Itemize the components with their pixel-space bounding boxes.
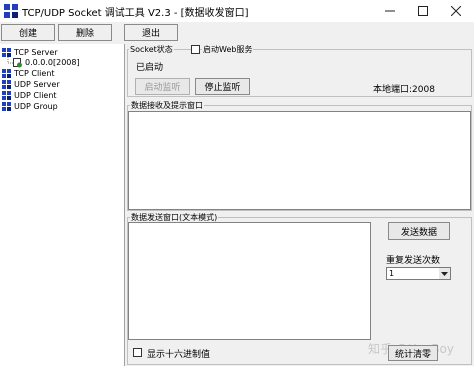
- send-data-button[interactable]: 发送数据: [388, 222, 450, 240]
- tree-item-label: TCP Client: [14, 69, 55, 78]
- delete-button[interactable]: 删除: [58, 24, 112, 41]
- tree-item-label: UDP Client: [14, 91, 57, 100]
- maximize-button[interactable]: [406, 0, 440, 22]
- socket-status-label: Socket状态: [129, 44, 174, 55]
- hex-display-label: 显示十六进制值: [147, 350, 211, 360]
- window-title: TCP/UDP Socket 调试工具 V2.3 - [数据收发窗口]: [22, 8, 249, 19]
- local-port-text: 本地端口:2008: [373, 85, 435, 95]
- server-icon: [2, 48, 12, 57]
- close-button[interactable]: [439, 0, 473, 22]
- network-icon: [2, 80, 12, 89]
- close-icon: [451, 6, 461, 16]
- tree-item-label: TCP Server: [14, 48, 58, 57]
- socket-status-text: 已启动: [136, 63, 164, 73]
- tree-item-listener[interactable]: 0.0.0.0[2008]: [13, 57, 80, 68]
- hex-display-checkbox[interactable]: [133, 348, 142, 357]
- tree-item-udp-group[interactable]: UDP Group: [2, 101, 58, 112]
- minimize-icon: [385, 10, 395, 12]
- network-icon: [2, 91, 12, 100]
- web-service-checkbox[interactable]: [191, 45, 200, 54]
- network-icon: [2, 69, 12, 78]
- stop-listen-button[interactable]: 停止监听: [195, 78, 250, 95]
- start-listen-button[interactable]: 启动监听: [135, 78, 190, 95]
- send-textarea[interactable]: [128, 222, 371, 340]
- receive-textarea[interactable]: [128, 111, 471, 210]
- minimize-button[interactable]: [373, 0, 407, 22]
- maximize-icon: [418, 6, 428, 16]
- receive-group-label: 数据接收及提示窗口: [130, 100, 204, 111]
- web-service-label: 启动Web服务: [202, 44, 254, 55]
- tree-item-udp-client[interactable]: UDP Client: [2, 90, 57, 101]
- tree-item-tcp-client[interactable]: TCP Client: [2, 68, 55, 79]
- create-button[interactable]: 创建: [1, 24, 55, 41]
- network-icon: [2, 102, 12, 111]
- repeat-count-select[interactable]: 1: [386, 267, 451, 280]
- tree-item-label: 0.0.0.0[2008]: [25, 58, 80, 67]
- chevron-down-icon: [441, 271, 448, 276]
- dropdown-button[interactable]: [439, 268, 450, 279]
- tree-item-label: UDP Group: [14, 102, 58, 111]
- repeat-count-value: 1: [389, 269, 395, 278]
- exit-button[interactable]: 退出: [124, 24, 178, 41]
- tree-item-udp-server[interactable]: UDP Server: [2, 79, 60, 90]
- tree-item-label: UDP Server: [14, 80, 60, 89]
- app-icon: [4, 4, 18, 18]
- repeat-count-label: 重复发送次数: [386, 256, 441, 266]
- clear-stats-button[interactable]: 统计清零: [388, 345, 438, 361]
- connection-icon: [13, 58, 23, 68]
